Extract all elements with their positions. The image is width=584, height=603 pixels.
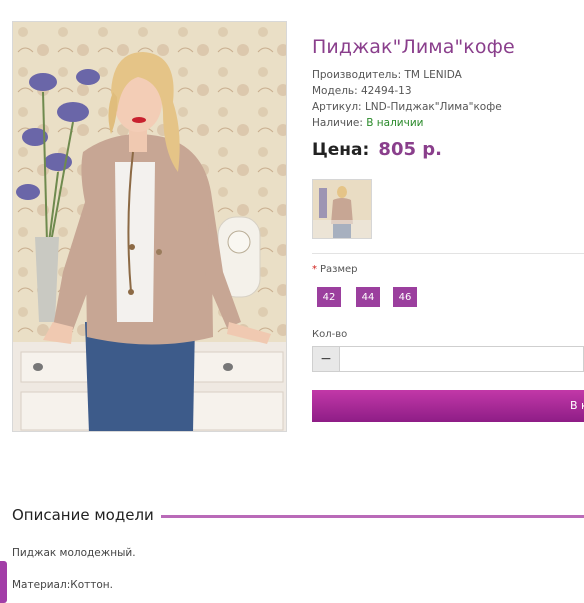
model-label: Модель:	[312, 85, 358, 97]
sku-label: Артикул:	[312, 101, 362, 113]
add-to-cart-button[interactable]: В к	[312, 390, 584, 422]
description-line-2: Материал:Коттон.	[12, 579, 113, 591]
size-label: * Размер	[312, 264, 358, 275]
side-tab[interactable]	[0, 561, 7, 603]
price-row: Цена: 805 р.	[312, 139, 442, 160]
manufacturer-row: Производитель: TM LENIDA	[312, 69, 462, 81]
manufacturer-label: Производитель:	[312, 69, 402, 81]
product-title: Пиджак"Лима"кофе	[312, 36, 515, 58]
size-option-46[interactable]: 46	[393, 287, 417, 307]
size-label-text: Размер	[320, 264, 358, 275]
manufacturer-value[interactable]: TM LENIDA	[404, 69, 461, 81]
description-heading: Описание модели	[12, 506, 154, 524]
sku-value: LND-Пиджак"Лима"кофе	[364, 101, 502, 113]
size-option-44[interactable]: 44	[356, 287, 380, 307]
product-thumbnail[interactable]	[312, 179, 372, 239]
quantity-input[interactable]	[340, 346, 584, 372]
quantity-minus-button[interactable]: −	[312, 346, 340, 372]
model-value: 42494-13	[360, 85, 412, 97]
sku-row: Артикул: LND-Пиджак"Лима"кофе	[312, 101, 502, 113]
availability-value: В наличии	[366, 117, 424, 129]
model-row: Модель: 42494-13	[312, 85, 412, 97]
availability-label: Наличие:	[312, 117, 363, 129]
required-mark: *	[312, 264, 317, 275]
options-divider	[312, 253, 584, 254]
add-to-cart-label: В к	[570, 399, 584, 412]
description-heading-line	[161, 515, 584, 518]
price-value: 805 р.	[378, 139, 442, 160]
size-option-42[interactable]: 42	[317, 287, 341, 307]
product-main-image[interactable]	[12, 21, 287, 432]
description-line-1: Пиджак молодежный.	[12, 547, 136, 559]
quantity-label: Кол-во	[312, 329, 348, 340]
availability-row: Наличие: В наличии	[312, 117, 423, 129]
price-label: Цена:	[312, 140, 370, 160]
